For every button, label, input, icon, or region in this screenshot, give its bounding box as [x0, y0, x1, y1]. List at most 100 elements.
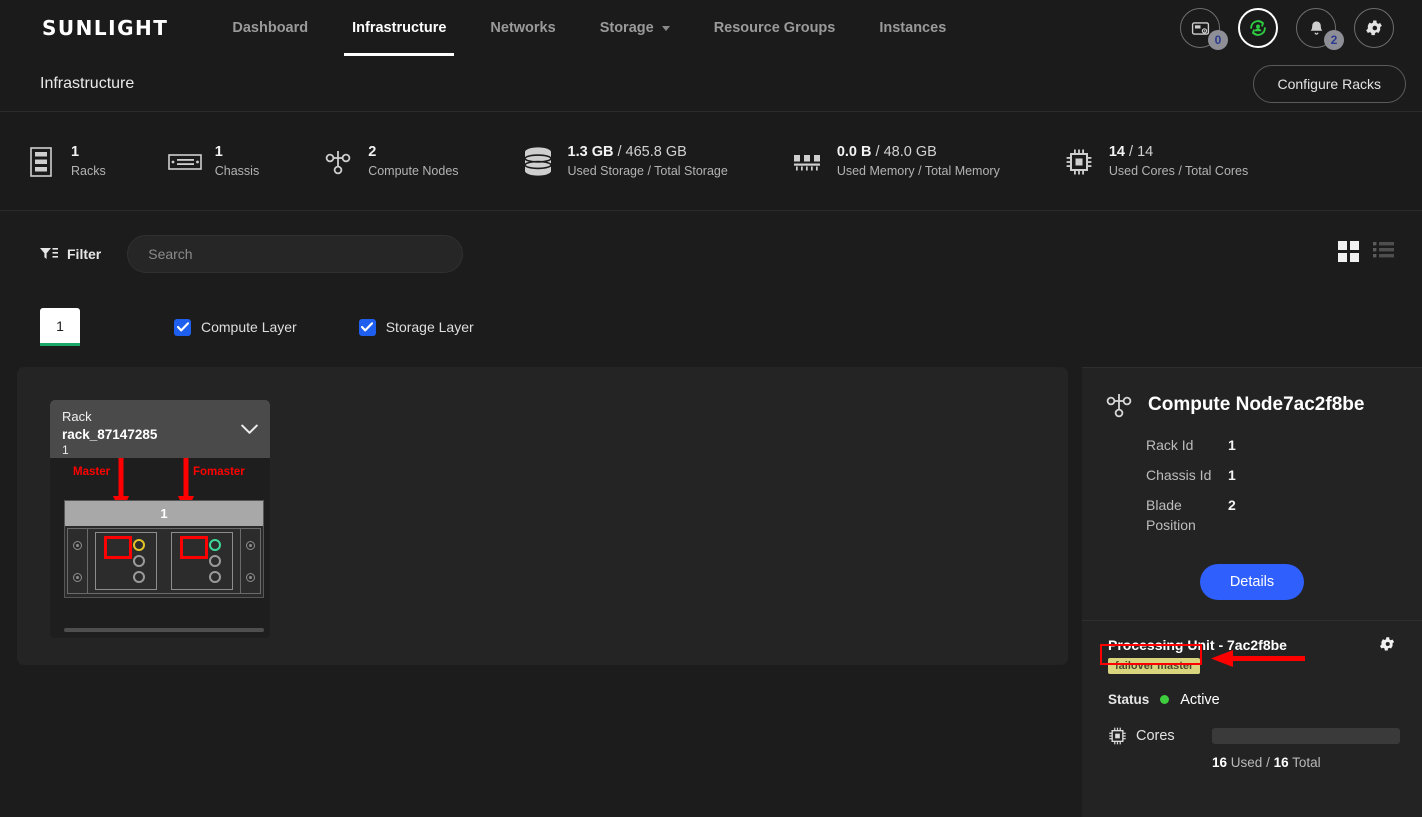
alerts-button[interactable]: 2 [1296, 8, 1344, 50]
stat-label: Compute Nodes [368, 163, 459, 178]
stat-label: Used Storage / Total Storage [567, 163, 728, 178]
node-detail-panel: Compute Node7ac2f8be Rack Id 1 Chassis I… [1082, 367, 1422, 817]
check-icon [361, 322, 374, 332]
list-view-button[interactable] [1373, 241, 1394, 267]
filter-label: Filter [67, 246, 102, 262]
gear-icon [1379, 636, 1395, 650]
annotation-fomaster-label: Fomaster [193, 466, 245, 478]
nav-item-storage[interactable]: Storage [578, 0, 692, 56]
field-key: Rack Id [1146, 437, 1194, 453]
nav-item-instances[interactable]: Instances [857, 0, 968, 56]
search-input[interactable] [148, 246, 443, 262]
node-indicator-2[interactable] [179, 536, 208, 559]
main-nav: Dashboard Infrastructure Networks Storag… [210, 0, 968, 56]
node-icon [321, 147, 355, 177]
detail-header: Compute Node7ac2f8be [1082, 368, 1422, 420]
nav-item-dashboard[interactable]: Dashboard [210, 0, 330, 56]
rack-expand-button[interactable] [241, 422, 258, 440]
nav-label: Resource Groups [713, 20, 836, 36]
field-value: 1 [1228, 437, 1236, 453]
rack-name: rack_87147285 [62, 426, 158, 442]
chevron-down-icon [241, 424, 258, 434]
nav-actions: 0 2 [1180, 8, 1394, 50]
led-icon [132, 539, 145, 551]
layer-checkbox-group: Compute Layer Storage Layer [174, 318, 474, 336]
stat-compute-nodes: 2 Compute Nodes [321, 143, 459, 179]
grid-view-button[interactable] [1338, 241, 1359, 267]
settings-button[interactable] [1354, 8, 1394, 48]
annotation-master-label: Master [73, 466, 111, 478]
view-toggle-group [1338, 241, 1394, 267]
rack-canvas: Rack rack_87147285 1 Master Fomaster 1 [17, 367, 1068, 665]
stat-value: 1 [214, 144, 223, 161]
rack-card[interactable]: Rack rack_87147285 1 Master Fomaster 1 [50, 400, 270, 638]
checkbox-label: Compute Layer [201, 319, 297, 335]
filter-button[interactable]: Filter [40, 246, 101, 262]
stat-value-total: / 465.8 GB [617, 144, 687, 161]
rack-body: Master Fomaster 1 [50, 458, 270, 638]
node-indicator-1[interactable] [103, 536, 132, 559]
stat-racks: 1 Racks [24, 143, 106, 179]
check-icon [176, 322, 189, 332]
page-title: Infrastructure [40, 74, 135, 92]
checkbox-box [174, 318, 191, 336]
chassis-unit[interactable]: 1 [64, 500, 264, 598]
rack-icon [24, 146, 58, 177]
stat-value: 1.3 GB [567, 144, 614, 161]
vm-screen-icon [1191, 21, 1209, 35]
rack-tab-1[interactable]: 1 [40, 308, 80, 346]
stat-value: 1 [71, 144, 80, 161]
stat-value: 2 [368, 144, 377, 161]
search-box[interactable] [127, 235, 464, 273]
field-value: 2 [1228, 496, 1236, 513]
nav-item-infrastructure[interactable]: Infrastructure [330, 0, 468, 56]
nav-label: Infrastructure [352, 20, 447, 36]
node-icon [1106, 394, 1132, 418]
status-line: Status Active [1108, 692, 1400, 708]
led-icon [132, 571, 145, 583]
nav-item-networks[interactable]: Networks [468, 0, 577, 56]
detail-title: Compute Node7ac2f8be [1148, 394, 1365, 415]
rack-card-header[interactable]: Rack rack_87147285 1 [50, 400, 270, 458]
user-sync-button[interactable] [1238, 8, 1278, 48]
configure-racks-button[interactable]: Configure Racks [1252, 64, 1406, 103]
alerts-count-badge: 2 [1324, 30, 1344, 50]
chassis-label: 1 [65, 501, 263, 526]
nav-label: Dashboard [232, 20, 309, 36]
infrastructure-stats-bar: 1 Racks 1 Chassis 2 Compute Nodes 1.3 GB… [0, 113, 1422, 211]
filter-icon [40, 248, 58, 259]
chassis-rail-left [68, 529, 88, 593]
cpu-icon [1062, 147, 1096, 177]
detail-fields: Rack Id 1 Chassis Id 1 Blade Position 2 [1082, 420, 1422, 536]
annotation-highlight-box-badge [1100, 643, 1202, 665]
checkbox-storage-layer[interactable]: Storage Layer [358, 318, 474, 336]
nav-item-resource-groups[interactable]: Resource Groups [692, 0, 858, 56]
stat-label: Used Memory / Total Memory [836, 163, 1000, 178]
cores-label-group: Cores [1108, 726, 1212, 746]
details-button[interactable]: Details [1199, 563, 1305, 600]
stat-label: Racks [71, 163, 106, 178]
vm-console-button[interactable]: 0 [1180, 8, 1228, 50]
checkbox-compute-layer[interactable]: Compute Layer [174, 318, 297, 336]
blade-slot-1[interactable] [95, 532, 157, 590]
cores-usage-text: 16 Used / 16 Total [1212, 755, 1400, 770]
cores-total-suffix: Total [1292, 754, 1321, 770]
blade-slots [88, 529, 240, 593]
nav-label: Networks [490, 20, 556, 36]
checkbox-box [358, 318, 376, 336]
annotation-highlight-box [103, 536, 132, 559]
stat-value-total: / 48.0 GB [875, 144, 937, 161]
led-icon [208, 555, 221, 567]
stat-label: Used Cores / Total Cores [1108, 163, 1249, 178]
stat-chassis: 1 Chassis [167, 143, 259, 179]
cores-used-suffix: Used / [1230, 754, 1270, 770]
blade-slot-2[interactable] [171, 532, 233, 590]
screw-icon [73, 572, 82, 582]
top-navigation-bar: SUNLIGHT Dashboard Infrastructure Networ… [0, 0, 1422, 56]
rack-base [64, 628, 264, 632]
processing-unit-settings-button[interactable] [1378, 635, 1396, 658]
field-key: Chassis Id [1146, 466, 1212, 483]
detail-field-rack-id: Rack Id 1 [1146, 436, 1422, 456]
stat-value-total: / 14 [1129, 144, 1154, 161]
annotation-arrow-badge [1211, 649, 1305, 667]
